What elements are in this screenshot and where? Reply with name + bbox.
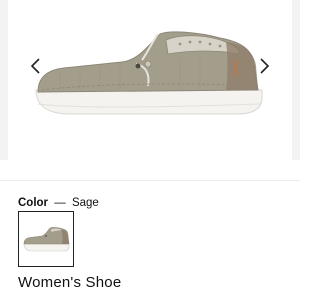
swatch-shoe-thumbnail <box>23 227 70 252</box>
color-label: Color <box>18 197 49 209</box>
color-selection-label: Color — Sage <box>18 196 99 210</box>
color-separator: — <box>54 197 66 209</box>
color-swatch-sage[interactable] <box>18 211 74 267</box>
selected-color-name: Sage <box>71 197 99 209</box>
section-divider <box>0 180 300 181</box>
gallery-edge-left <box>0 0 8 160</box>
product-title: Women's Shoe <box>18 274 122 291</box>
chevron-right-icon[interactable] <box>254 56 274 76</box>
product-main-image <box>35 31 263 115</box>
gallery-edge-right <box>292 0 300 160</box>
product-image-gallery <box>0 0 300 160</box>
product-page: Color — Sage Women's Shoe <box>0 0 300 300</box>
chevron-left-icon[interactable] <box>26 56 46 76</box>
